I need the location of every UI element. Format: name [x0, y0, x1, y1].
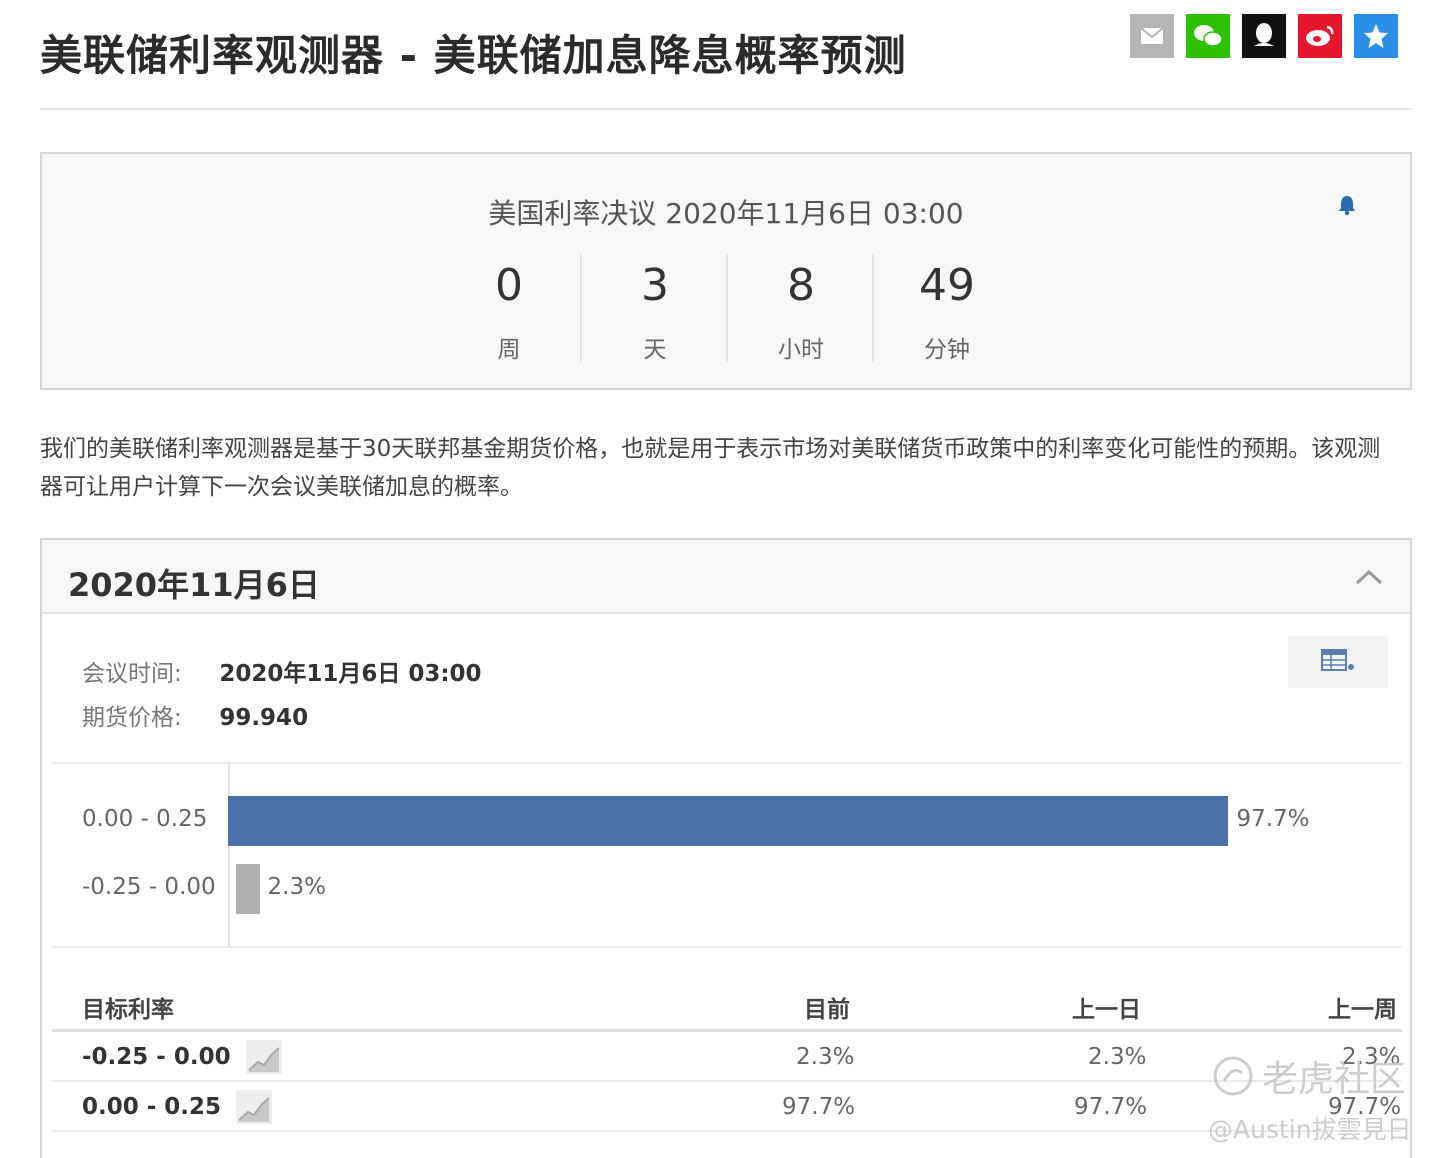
countdown-label: 周	[497, 337, 521, 363]
chart-category-label: 0.00 - 0.25	[82, 806, 208, 832]
countdown-label: 小时	[778, 337, 824, 363]
qzone-icon	[1364, 24, 1388, 48]
countdown-value: 49	[919, 260, 975, 311]
header-target-rate: 目标利率	[82, 997, 174, 1023]
qq-icon	[1254, 23, 1274, 46]
probability-chart: 0.00 - 0.25 97.7% -0.25 - 0.00 2.3%	[42, 762, 1412, 948]
countdown-value: 8	[787, 260, 815, 311]
header-prev-day: 上一日	[1072, 997, 1141, 1023]
tool-description: 我们的美联储利率观测器是基于30天联邦基金期货价格，也就是用于表示市场对美联储货…	[40, 436, 1381, 500]
trend-chart-icon[interactable]	[236, 1090, 272, 1124]
chart-axis	[228, 762, 230, 946]
wechat-share-button[interactable]	[1186, 14, 1230, 58]
table-row: 0.00 - 0.25 97.7% 97.7% 97.7%	[52, 1082, 1402, 1132]
trend-chart-icon[interactable]	[246, 1040, 282, 1074]
header-prev-week: 上一周	[1328, 997, 1397, 1023]
chevron-up-icon[interactable]	[1352, 564, 1386, 590]
futures-price-label: 期货价格:	[82, 705, 182, 731]
countdown-label: 分钟	[924, 337, 970, 363]
current-probability: 2.3%	[796, 1044, 855, 1070]
chart-data-label: 97.7%	[1236, 806, 1310, 832]
countdown-label: 天	[643, 337, 667, 363]
qq-share-button[interactable]	[1242, 14, 1286, 58]
countdown-value: 3	[641, 260, 669, 311]
bell-icon[interactable]	[1336, 194, 1358, 216]
current-probability: 97.7%	[782, 1094, 856, 1120]
watermark-brand: 老虎社区	[1212, 1050, 1406, 1102]
chart-bottom-divider	[52, 946, 1402, 948]
meeting-time-row: 会议时间: 2020年11月6日 03:00	[82, 654, 482, 688]
meeting-header[interactable]: 2020年11月6日	[42, 540, 1410, 614]
watermark-brand-text: 老虎社区	[1262, 1059, 1407, 1100]
export-button[interactable]	[1288, 636, 1388, 688]
countdown-days: 3 天	[582, 258, 728, 364]
countdown-panel: 美国利率决议 2020年11月6日 03:00 0 周 3 天 8 小时 49 …	[40, 152, 1412, 390]
chart-bar[interactable]	[228, 796, 1229, 846]
probability-table: 目标利率 目前 上一日 上一周 -0.25 - 0.00 2.3% 2.3% 2…	[52, 972, 1402, 1132]
prev-day-probability: 2.3%	[1088, 1044, 1147, 1070]
chart-data-label: 2.3%	[267, 874, 326, 900]
email-icon	[1140, 27, 1164, 44]
countdown-weeks: 0 周	[436, 258, 582, 364]
countdown-minutes: 49 分钟	[874, 258, 1020, 364]
rate-range: 0.00 - 0.25	[82, 1094, 222, 1120]
meeting-panel: 2020年11月6日 会议时间: 2020年11月6日 03:00 期货价格: …	[40, 538, 1412, 1158]
tiger-logo-icon	[1213, 1056, 1253, 1096]
email-share-button[interactable]	[1130, 14, 1174, 58]
weibo-icon	[1306, 25, 1334, 46]
futures-price-row: 期货价格: 99.940	[82, 698, 308, 732]
wechat-icon	[1194, 25, 1223, 47]
meeting-time-label: 会议时间:	[82, 661, 182, 687]
qzone-share-button[interactable]	[1354, 14, 1398, 58]
table-row: -0.25 - 0.00 2.3% 2.3% 2.3%	[52, 1032, 1402, 1082]
countdown-heading: 美国利率决议 2020年11月6日 03:00	[488, 197, 964, 230]
rate-range: -0.25 - 0.00	[82, 1044, 231, 1070]
chart-bar[interactable]	[236, 864, 260, 914]
page-title: 美联储利率观测器 - 美联储加息降息概率预测	[40, 31, 907, 80]
table-header-row: 目标利率 目前 上一日 上一周	[52, 972, 1402, 1032]
watermark-user: @Austin拔雲見日	[1208, 1115, 1412, 1144]
share-bar	[1130, 14, 1398, 58]
chart-category-label: -0.25 - 0.00	[82, 874, 216, 900]
table-export-icon	[1321, 649, 1354, 671]
countdown-value: 0	[495, 260, 523, 311]
header-current: 目前	[804, 997, 850, 1023]
weibo-share-button[interactable]	[1298, 14, 1342, 58]
meeting-date-heading: 2020年11月6日	[68, 566, 320, 604]
title-divider	[40, 108, 1412, 110]
prev-day-probability: 97.7%	[1074, 1094, 1148, 1120]
countdown-hours: 8 小时	[728, 258, 874, 364]
meeting-time-value: 2020年11月6日 03:00	[219, 661, 482, 687]
futures-price-value: 99.940	[219, 705, 309, 731]
